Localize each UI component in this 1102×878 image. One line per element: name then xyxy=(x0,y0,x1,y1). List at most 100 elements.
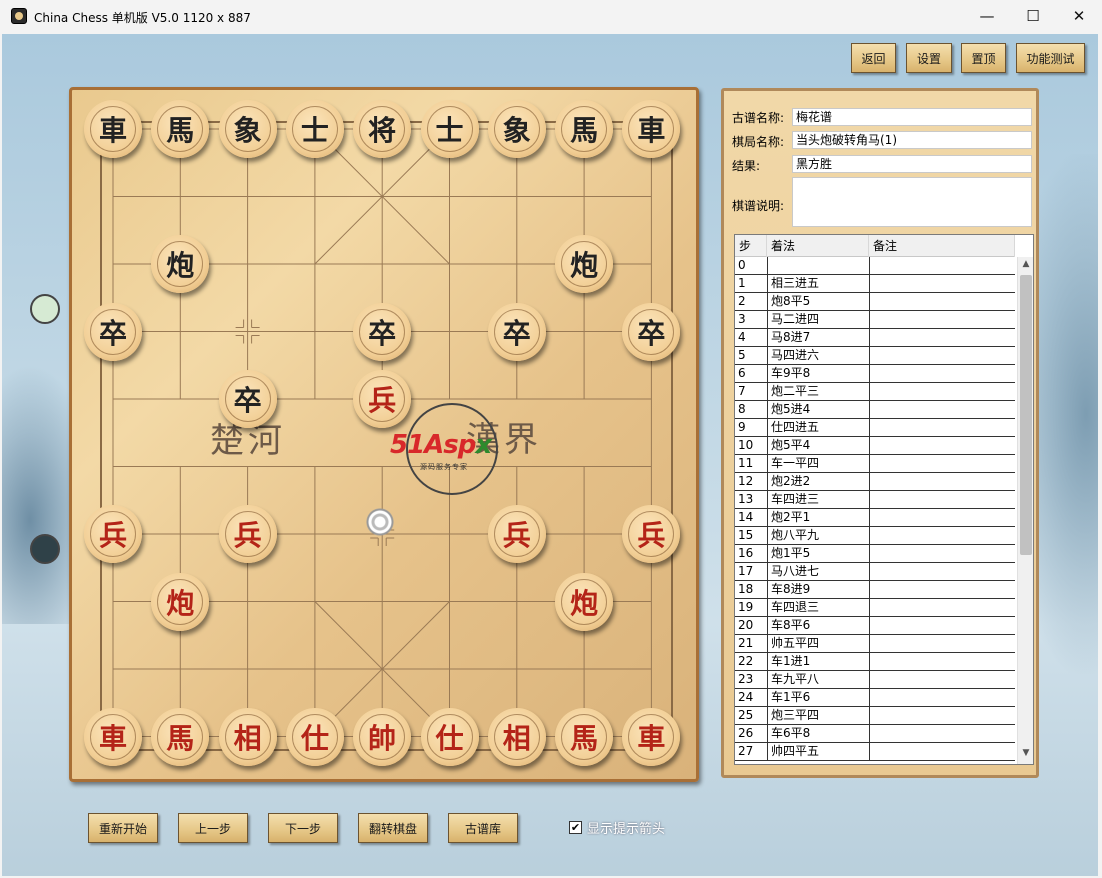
table-row[interactable]: 25 炮三平四 xyxy=(735,707,1015,725)
next-step-button[interactable]: 下一步 xyxy=(268,813,338,843)
feature-test-button[interactable]: 功能测试 xyxy=(1016,43,1085,73)
table-row[interactable]: 0 xyxy=(735,257,1015,275)
red-piece[interactable]: 兵 xyxy=(84,505,142,563)
scroll-up-icon[interactable]: ▲ xyxy=(1020,259,1032,273)
show-hint-arrow-option[interactable]: ✔ 显示提示箭头 xyxy=(569,818,665,837)
table-row[interactable]: 5 马四进六 xyxy=(735,347,1015,365)
table-row[interactable]: 27 帅四平五 xyxy=(735,743,1015,761)
black-piece[interactable]: 炮 xyxy=(555,235,614,293)
pin-top-button[interactable]: 置顶 xyxy=(961,43,1006,73)
header-note[interactable]: 备注 xyxy=(869,235,1015,257)
table-row[interactable]: 23 车九平八 xyxy=(735,671,1015,689)
table-row[interactable]: 20 车8平6 xyxy=(735,617,1015,635)
table-row[interactable]: 11 车一平四 xyxy=(735,455,1015,473)
step-cell: 16 xyxy=(738,546,754,560)
step-cell: 11 xyxy=(738,456,754,470)
table-row[interactable]: 17 马八进七 xyxy=(735,563,1015,581)
black-piece[interactable]: 象 xyxy=(218,100,277,158)
red-piece[interactable]: 帥 xyxy=(353,707,412,766)
show-hint-arrow-checkbox[interactable]: ✔ xyxy=(569,821,582,834)
red-piece[interactable]: 車 xyxy=(622,707,681,766)
table-row[interactable]: 10 炮5平4 xyxy=(735,437,1015,455)
black-piece[interactable]: 卒 xyxy=(353,302,412,361)
table-row[interactable]: 24 车1平6 xyxy=(735,689,1015,707)
table-row[interactable]: 7 炮二平三 xyxy=(735,383,1015,401)
table-row[interactable]: 9 仕四进五 xyxy=(735,419,1015,437)
red-piece[interactable]: 兵 xyxy=(218,505,277,563)
red-piece[interactable]: 炮 xyxy=(151,572,210,631)
note-cell xyxy=(869,455,1015,473)
red-piece[interactable]: 相 xyxy=(218,707,277,766)
back-button[interactable]: 返回 xyxy=(851,43,896,73)
black-piece[interactable]: 卒 xyxy=(218,370,277,428)
table-row[interactable]: 14 炮2平1 xyxy=(735,509,1015,527)
prev-step-button[interactable]: 上一步 xyxy=(178,813,248,843)
table-row[interactable]: 2 炮8平5 xyxy=(735,293,1015,311)
minimize-button[interactable]: — xyxy=(964,0,1010,32)
result-field[interactable]: 黑方胜 xyxy=(792,155,1032,173)
table-row[interactable]: 4 马8进7 xyxy=(735,329,1015,347)
piece-label: 仕 xyxy=(435,721,464,755)
header-step[interactable]: 步 xyxy=(735,235,767,257)
piece-label: 炮 xyxy=(166,249,195,282)
red-piece[interactable]: 兵 xyxy=(622,505,681,563)
settings-button[interactable]: 设置 xyxy=(906,43,952,73)
restart-button[interactable]: 重新开始 xyxy=(88,813,158,843)
red-piece[interactable]: 炮 xyxy=(555,572,614,631)
table-row[interactable]: 26 车6平8 xyxy=(735,725,1015,743)
red-piece[interactable]: 兵 xyxy=(487,505,546,563)
black-piece[interactable]: 士 xyxy=(420,100,479,158)
black-piece[interactable]: 車 xyxy=(622,100,681,158)
red-piece[interactable]: 馬 xyxy=(151,707,210,766)
piece-label: 卒 xyxy=(368,316,397,350)
table-row[interactable]: 15 炮八平九 xyxy=(735,527,1015,545)
black-piece[interactable]: 馬 xyxy=(555,100,614,158)
table-row[interactable]: 22 车1进1 xyxy=(735,653,1015,671)
black-piece[interactable]: 馬 xyxy=(151,100,210,158)
black-piece[interactable]: 象 xyxy=(487,100,546,158)
table-row[interactable]: 18 车8进9 xyxy=(735,581,1015,599)
show-hint-arrow-label[interactable]: 显示提示箭头 xyxy=(587,818,665,837)
chess-board[interactable]: 楚河 漢界 51Aspx 源码服务专家 車馬象士将士象馬車炮炮卒卒卒卒卒兵兵兵兵… xyxy=(69,87,699,782)
black-piece[interactable]: 士 xyxy=(285,100,344,158)
table-row[interactable]: 8 炮5进4 xyxy=(735,401,1015,419)
note-cell xyxy=(869,491,1015,509)
black-piece[interactable]: 炮 xyxy=(151,235,210,293)
scroll-thumb[interactable] xyxy=(1020,275,1032,555)
book-name-field[interactable]: 梅花谱 xyxy=(792,108,1032,126)
moves-table[interactable]: 步 着法 备注 0 1 相三进五 2 炮8平5 3 马二进四 4 马8进7 5 马四进六 6 车9平8 7… xyxy=(734,234,1034,765)
red-piece[interactable]: 相 xyxy=(487,707,546,766)
game-name-field[interactable]: 当头炮破转角马(1) xyxy=(792,131,1032,149)
step-cell: 25 xyxy=(738,708,754,722)
table-row[interactable]: 12 炮2进2 xyxy=(735,473,1015,491)
move-cell: 车一平四 xyxy=(767,455,869,473)
piece-label: 将 xyxy=(368,114,397,147)
close-button[interactable]: ✕ xyxy=(1056,0,1102,32)
red-piece[interactable]: 兵 xyxy=(353,370,412,428)
black-piece[interactable]: 卒 xyxy=(487,302,546,361)
table-row[interactable]: 21 帅五平四 xyxy=(735,635,1015,653)
black-piece[interactable]: 卒 xyxy=(622,302,681,361)
scroll-down-icon[interactable]: ▼ xyxy=(1020,748,1032,762)
table-row[interactable]: 3 马二进四 xyxy=(735,311,1015,329)
header-move[interactable]: 着法 xyxy=(767,235,869,257)
table-row[interactable]: 1 相三进五 xyxy=(735,275,1015,293)
moves-scrollbar[interactable]: ▲ ▼ xyxy=(1017,257,1033,764)
red-piece[interactable]: 仕 xyxy=(285,707,344,766)
black-piece[interactable]: 卒 xyxy=(84,302,142,361)
game-library-button[interactable]: 古谱库 xyxy=(448,813,518,843)
red-piece[interactable]: 仕 xyxy=(420,707,479,766)
table-row[interactable]: 16 炮1平5 xyxy=(735,545,1015,563)
table-row[interactable]: 19 车四退三 xyxy=(735,599,1015,617)
red-piece[interactable]: 車 xyxy=(84,707,142,766)
piece-label: 兵 xyxy=(502,519,531,552)
black-piece[interactable]: 車 xyxy=(84,100,142,158)
flip-board-button[interactable]: 翻转棋盘 xyxy=(358,813,428,843)
piece-label: 士 xyxy=(435,114,464,147)
maximize-button[interactable]: ☐ xyxy=(1010,0,1056,32)
black-piece[interactable]: 将 xyxy=(353,100,412,158)
table-row[interactable]: 13 车四进三 xyxy=(735,491,1015,509)
table-row[interactable]: 6 车9平8 xyxy=(735,365,1015,383)
description-field[interactable] xyxy=(792,177,1032,227)
red-piece[interactable]: 馬 xyxy=(555,707,614,766)
